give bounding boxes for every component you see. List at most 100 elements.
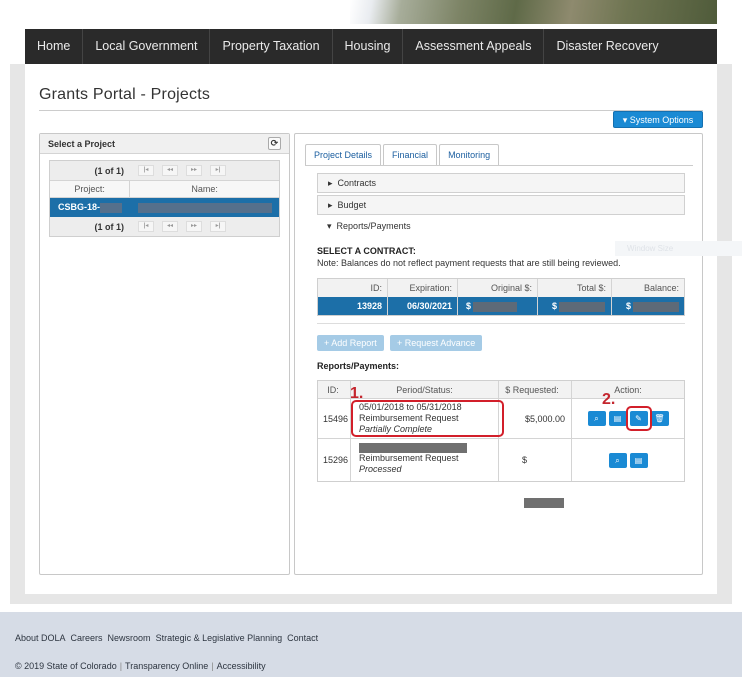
refresh-icon[interactable]: ⟳ <box>268 137 281 150</box>
report-requested: $5,000.00 <box>499 399 572 438</box>
col-id: ID: <box>318 381 351 398</box>
first-page-icon[interactable]: |◂ <box>138 165 154 176</box>
contract-total: $ <box>538 297 612 315</box>
contract-original-text: $ <box>466 301 472 311</box>
tab-project-details[interactable]: Project Details <box>305 144 382 165</box>
project-selector-panel: Select a Project ⟳ (1 of 1) |◂ ◂◂ ▸▸ ▸| … <box>39 133 290 575</box>
footer-link-newsroom[interactable]: Newsroom <box>108 633 151 643</box>
report-requested: $ <box>499 439 572 508</box>
highlight-period-box <box>351 400 504 437</box>
footer-link-accessibility[interactable]: Accessibility <box>217 661 266 671</box>
system-options-label: System Options <box>629 115 694 125</box>
redaction-block <box>138 202 273 213</box>
footer-links: About DOLA Careers Newsroom Strategic & … <box>15 633 318 643</box>
project-detail-panel: Project Details Financial Monitoring ▸ C… <box>294 133 703 575</box>
accordion-contracts[interactable]: ▸ Contracts <box>317 173 685 193</box>
footer-link-planning[interactable]: Strategic & Legislative Planning <box>156 633 283 643</box>
report-type: Reimbursement Request <box>359 453 459 463</box>
print-icon[interactable]: ▤ <box>629 452 648 468</box>
report-status: Processed <box>359 464 402 474</box>
nav-property-taxation[interactable]: Property Taxation <box>210 29 333 64</box>
accordion-reports[interactable]: ▾ Reports/Payments <box>317 217 685 237</box>
redaction-block <box>559 301 606 312</box>
report-id: 15296 <box>318 439 351 481</box>
request-advance-button[interactable]: + Request Advance <box>390 335 483 351</box>
pager-count: (1 of 1) <box>94 221 124 232</box>
window-size-button[interactable]: Window Size <box>615 241 742 256</box>
accordion-budget[interactable]: ▸ Budget <box>317 195 685 215</box>
delete-icon[interactable]: 🗑 <box>650 411 669 426</box>
page-title: Grants Portal - Projects <box>39 86 211 103</box>
prev-page-icon[interactable]: ◂◂ <box>162 221 178 232</box>
nav-assessment-appeals[interactable]: Assessment Appeals <box>403 29 545 64</box>
tab-monitoring[interactable]: Monitoring <box>439 144 500 165</box>
col-original: Original $: <box>458 279 538 297</box>
report-period <box>359 442 498 453</box>
main-nav: Home Local Government Property Taxation … <box>25 29 717 64</box>
contract-balance: $ <box>612 297 684 315</box>
footer-link-about[interactable]: About DOLA <box>15 633 66 643</box>
project-id-text: CSBG-18- <box>58 202 101 212</box>
contract-table-header: ID: Expiration: Original $: Total $: Bal… <box>318 279 684 297</box>
table-row: 15296 Reimbursement Request Processed $ … <box>318 439 684 508</box>
nav-housing[interactable]: Housing <box>333 29 404 64</box>
contract-row-selected[interactable]: 13928 06/30/2021 $ $ $ <box>318 297 684 315</box>
report-id: 15496 <box>318 399 351 438</box>
nav-local-government[interactable]: Local Government <box>83 29 211 64</box>
tab-financial[interactable]: Financial <box>383 144 438 165</box>
redaction-block <box>524 497 564 508</box>
footer-link-careers[interactable]: Careers <box>71 633 103 643</box>
copyright-text: © 2019 State of Colorado <box>15 661 117 671</box>
contract-table: ID: Expiration: Original $: Total $: Bal… <box>317 278 685 316</box>
separator: | <box>119 661 123 671</box>
caret-right-icon: ▸ <box>328 178 333 188</box>
view-icon[interactable]: ⌕ <box>608 452 627 468</box>
project-selector-header: Select a Project ⟳ <box>40 134 289 154</box>
footer: About DOLA Careers Newsroom Strategic & … <box>0 612 742 677</box>
project-selector-title: Select a Project <box>48 139 116 149</box>
prev-page-icon[interactable]: ◂◂ <box>162 165 178 176</box>
view-icon[interactable]: ⌕ <box>587 411 606 426</box>
project-table: (1 of 1) |◂ ◂◂ ▸▸ ▸| Project: Name: CSBG… <box>49 160 280 237</box>
pager-count: (1 of 1) <box>94 165 124 176</box>
reports-table-header: ID: Period/Status: $ Requested: Action: <box>318 381 684 399</box>
report-period-status: Reimbursement Request Processed <box>351 439 499 481</box>
report-requested-text: $ <box>522 455 528 465</box>
footer-link-contact[interactable]: Contact <box>287 633 318 643</box>
tab-divider <box>305 165 693 166</box>
next-page-icon[interactable]: ▸▸ <box>186 221 202 232</box>
footer-link-transparency[interactable]: Transparency Online <box>125 661 208 671</box>
select-contract-heading: SELECT A CONTRACT: <box>317 246 416 256</box>
col-action: Action: <box>614 384 642 395</box>
contract-note: Note: Balances do not reflect payment re… <box>317 258 621 268</box>
contract-expiration: 06/30/2021 <box>388 297 458 315</box>
caret-down-icon: ▾ <box>327 221 332 231</box>
col-name: Name: <box>191 184 218 194</box>
print-icon[interactable]: ▤ <box>608 411 627 426</box>
project-row-selected[interactable]: CSBG-18- <box>50 198 279 217</box>
col-total: Total $: <box>538 279 612 297</box>
highlight-edit-box <box>626 406 652 431</box>
col-period-status: Period/Status: <box>351 381 499 398</box>
caret-right-icon: ▸ <box>328 200 333 210</box>
contract-id: 13928 <box>318 297 388 315</box>
project-name <box>130 198 279 217</box>
col-project: Project: <box>50 181 131 197</box>
last-page-icon[interactable]: ▸| <box>210 221 226 232</box>
col-balance: Balance: <box>643 283 679 293</box>
system-options-button[interactable]: ▾ System Options <box>613 111 703 128</box>
redaction-block <box>633 301 680 312</box>
annotation-step-2: 2. <box>602 391 616 408</box>
last-page-icon[interactable]: ▸| <box>210 165 226 176</box>
nav-home[interactable]: Home <box>25 29 84 64</box>
caret-down-icon: ▾ <box>622 115 628 125</box>
pager-bottom: (1 of 1) |◂ ◂◂ ▸▸ ▸| <box>50 217 279 236</box>
contract-divider <box>317 323 685 324</box>
next-page-icon[interactable]: ▸▸ <box>186 165 202 176</box>
add-report-button[interactable]: + Add Report <box>317 335 384 351</box>
first-page-icon[interactable]: |◂ <box>138 221 154 232</box>
contract-total-text: $ <box>552 301 558 311</box>
accordion-contracts-label: Contracts <box>337 178 377 188</box>
col-id: ID: <box>318 279 388 297</box>
nav-disaster-recovery[interactable]: Disaster Recovery <box>544 29 670 64</box>
